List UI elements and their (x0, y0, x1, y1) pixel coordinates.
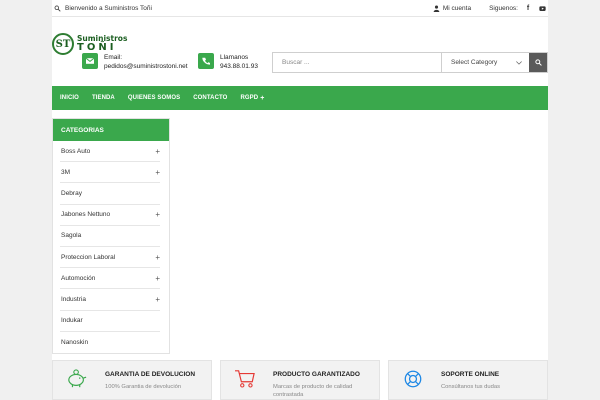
feature-guaranteed-desc: Marcas de producto de calidad contrastad… (273, 384, 353, 398)
search-icon (534, 59, 542, 66)
expand-icon[interactable]: + (155, 295, 160, 304)
expand-icon: + (260, 94, 265, 102)
feature-support: SOPORTE ONLINE Consúltanos tus dudas (388, 360, 548, 400)
expand-icon[interactable]: + (155, 253, 160, 262)
category-item[interactable]: Industria + (60, 289, 160, 311)
category-item[interactable]: Indukar (60, 311, 160, 332)
category-item[interactable]: Proteccion Laboral + (60, 247, 160, 269)
feature-returns-desc: 100% Garantia de devolución (105, 384, 182, 390)
category-label: 3M (61, 168, 71, 176)
expand-icon[interactable]: + (155, 274, 160, 283)
piggy-bank-icon (61, 369, 93, 395)
feature-returns: GARANTIA DE DEVOLUCION 100% Garantia de … (52, 360, 212, 400)
phone-value[interactable]: 943.88.01.93 (220, 62, 258, 71)
nav-item-contacto[interactable]: CONTACTO (193, 95, 227, 101)
welcome-icon (54, 5, 61, 12)
feature-support-title: SOPORTE ONLINE (441, 371, 500, 378)
nav-item-rgpd-label: RGPD (240, 95, 259, 101)
expand-icon[interactable]: + (155, 210, 160, 219)
nav-item-quienes-somos[interactable]: QUIENES SOMOS (128, 95, 180, 101)
category-select[interactable]: Select Category (441, 53, 529, 72)
expand-icon[interactable]: + (155, 168, 160, 177)
nav-item-inicio[interactable]: INICIO (60, 95, 79, 101)
category-label: Nanoskin (61, 338, 89, 346)
expand-icon[interactable]: + (155, 147, 160, 156)
top-bar: Bienvenido a Suministros Toñi Mi cuenta … (52, 0, 548, 17)
user-icon (433, 5, 440, 12)
account-link[interactable]: Mi cuenta (433, 5, 471, 12)
feature-guaranteed: PRODUCTO GARANTIZADO Marcas de producto … (220, 360, 380, 400)
category-item[interactable]: Jabones Nettuno + (60, 205, 160, 226)
categories-panel: CATEGORIAS Boss Auto +3M + Debray Jabones Ne… (52, 118, 170, 354)
email-label: Email: (104, 54, 123, 61)
phone-contact: Llamanos 943.88.01.93 (198, 53, 258, 71)
category-item[interactable]: Automoción + (60, 268, 160, 290)
category-label: Boss Auto (61, 147, 91, 155)
feature-returns-title: GARANTIA DE DEVOLUCION (105, 371, 196, 378)
email-contact: Email: pedidos@suministrostoni.net (82, 53, 188, 71)
category-item[interactable]: Debray (60, 183, 160, 205)
category-item[interactable]: Boss Auto + (60, 141, 160, 163)
page: Bienvenido a Suministros Toñi Mi cuenta … (52, 0, 548, 400)
category-item[interactable]: Nanoskin (60, 332, 160, 353)
envelope-icon (82, 53, 98, 69)
feature-support-desc: Consúltanos tus dudas (441, 384, 500, 390)
category-label: Jabones Nettuno (61, 211, 111, 219)
phone-icon (198, 53, 214, 69)
cart-icon (229, 369, 261, 395)
categories-title: CATEGORIAS (53, 119, 169, 141)
category-label: Automoción (61, 274, 96, 282)
category-item[interactable]: 3M + (60, 162, 160, 184)
follow-label: Siguenos: (489, 4, 518, 12)
category-item[interactable]: Sagola (60, 226, 160, 247)
category-label: Sagola (61, 232, 82, 240)
search-button[interactable] (529, 53, 547, 72)
welcome-text: Bienvenido a Suministros Toñi (65, 4, 152, 12)
search-bar: Select Category (272, 52, 548, 73)
search-input[interactable] (273, 53, 441, 72)
main-nav: INICIO TIENDA QUIENES SOMOS CONTACTO RGP… (52, 86, 548, 110)
category-label: Indukar (61, 317, 83, 325)
category-label: Industria (61, 295, 86, 303)
category-label: Debray (61, 189, 82, 197)
logo-mark: ST (52, 33, 74, 55)
facebook-icon[interactable]: f (524, 4, 532, 12)
categories-list: Boss Auto +3M + Debray Jabones Nettuno + Sagol… (53, 141, 169, 353)
category-label: Proteccion Laboral (61, 253, 116, 261)
phone-label: Llamanos (220, 54, 249, 61)
feature-guaranteed-title: PRODUCTO GARANTIZADO (273, 371, 360, 378)
category-select-value: Select Category (451, 59, 498, 66)
lifebuoy-icon (397, 369, 429, 395)
email-value[interactable]: pedidos@suministrostoni.net (104, 62, 188, 71)
nav-item-rgpd[interactable]: RGPD + (240, 95, 264, 102)
nav-item-tienda[interactable]: TIENDA (92, 95, 115, 101)
chevron-down-icon (516, 60, 522, 65)
account-label: Mi cuenta (442, 4, 472, 12)
logo-line2: TOÑI (77, 42, 117, 54)
youtube-icon[interactable] (538, 4, 546, 12)
